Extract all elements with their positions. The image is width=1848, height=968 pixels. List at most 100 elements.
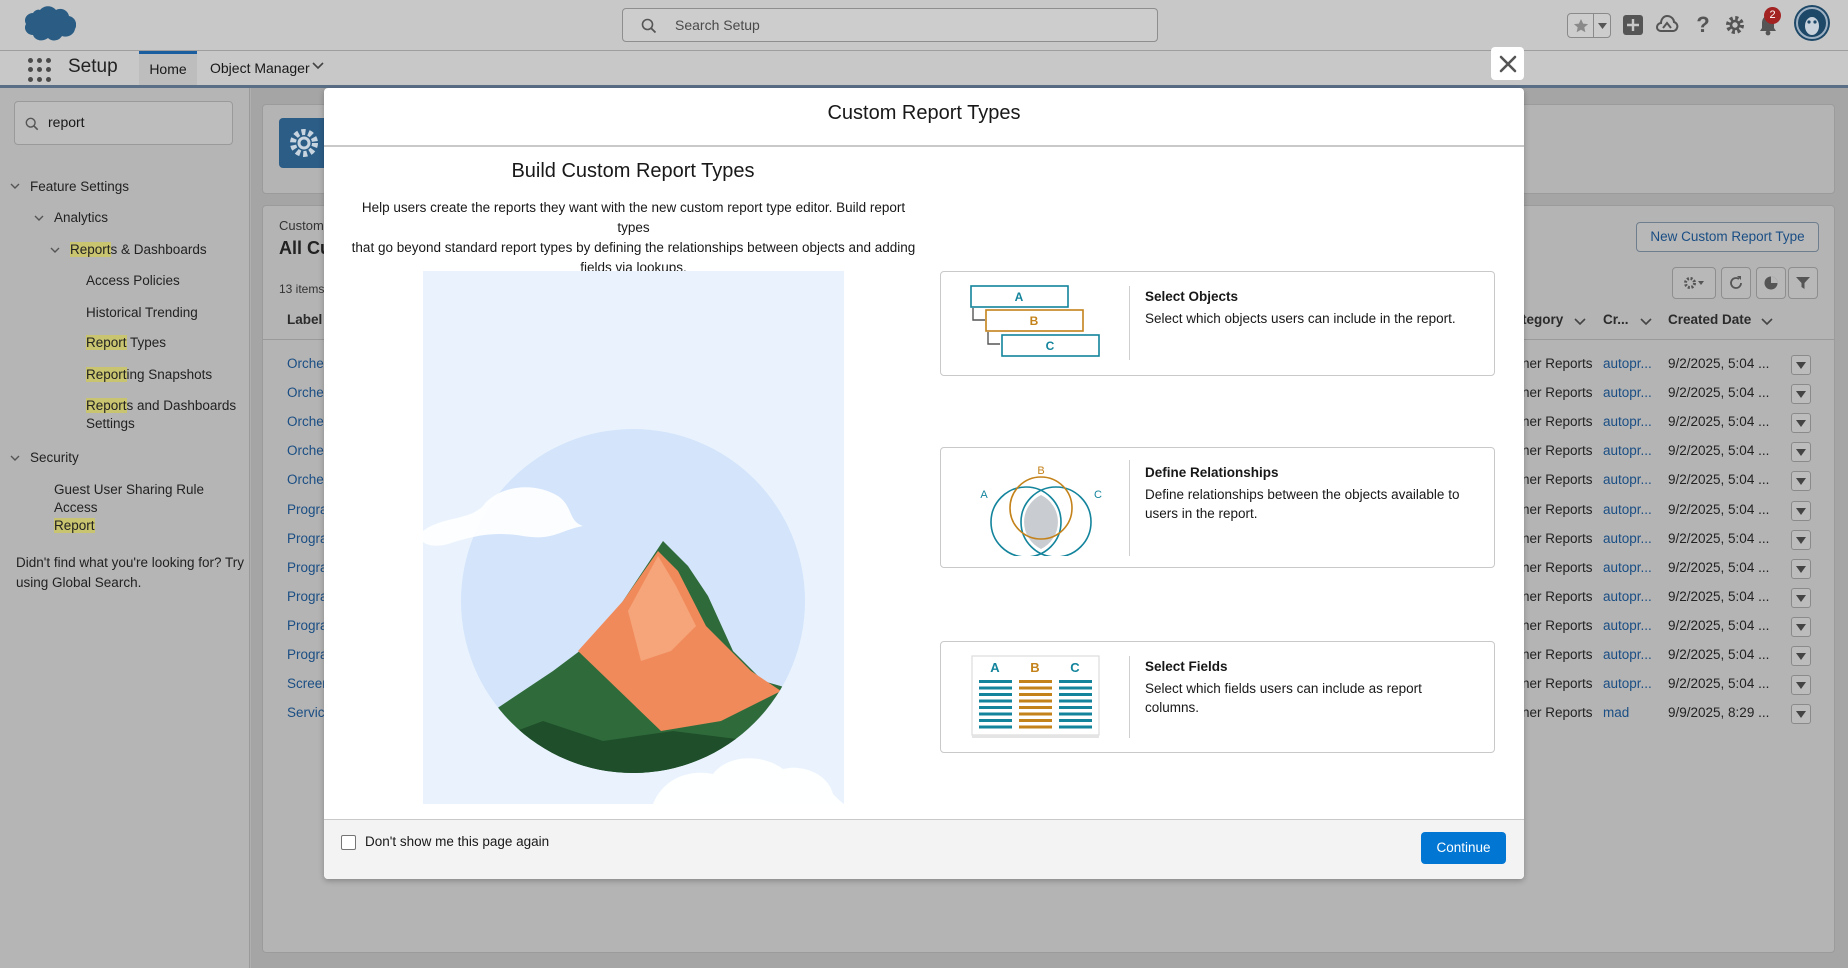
cell-label-link[interactable]: Orche [287,356,324,371]
cell-label-link[interactable]: Progra [287,502,328,517]
chevron-down-icon[interactable] [1574,318,1586,326]
column-label[interactable]: Label [287,312,322,327]
row-actions-button[interactable] [1791,704,1811,724]
cell-created-date[interactable]: 9/2/2025, 5:04 ... [1668,356,1769,371]
row-actions-button[interactable] [1791,471,1811,491]
row-actions-button[interactable] [1791,646,1811,666]
cell-created-by-link[interactable]: autopr... [1603,502,1652,517]
tree-historical-trending[interactable]: Historical Trending [86,304,198,322]
tree-feature-settings[interactable]: Feature Settings [30,178,129,196]
cell-label-link[interactable]: Progra [287,560,328,575]
row-actions-button[interactable] [1791,413,1811,433]
cell-created-by-link[interactable]: autopr... [1603,472,1652,487]
cell-label-link[interactable]: Orche [287,443,324,458]
row-actions-button[interactable] [1791,559,1811,579]
cell-created-by-link[interactable]: autopr... [1603,356,1652,371]
cell-created-date[interactable]: 9/2/2025, 5:04 ... [1668,618,1769,633]
cell-created-date[interactable]: 9/2/2025, 5:04 ... [1668,531,1769,546]
add-icon[interactable] [1620,12,1646,38]
charts-button[interactable] [1756,267,1786,299]
search-setup-input[interactable]: Search Setup [622,8,1158,42]
dont-show-label[interactable]: Don't show me this page again [365,834,549,849]
tree-reports-dashboards[interactable]: Reports & Dashboards [70,241,207,259]
cell-created-date[interactable]: 9/2/2025, 5:04 ... [1668,647,1769,662]
cell-created-date[interactable]: 9/9/2025, 8:29 ... [1668,705,1769,720]
chevron-down-icon[interactable] [10,453,20,463]
cell-created-by-link[interactable]: autopr... [1603,414,1652,429]
cell-label-link[interactable]: Orche [287,414,324,429]
cell-created-date[interactable]: 9/2/2025, 5:04 ... [1668,560,1769,575]
cell-created-by-link[interactable]: autopr... [1603,443,1652,458]
row-actions-button[interactable] [1791,530,1811,550]
tab-home[interactable]: Home [139,51,197,85]
dont-show-checkbox[interactable] [341,835,356,850]
app-launcher-icon[interactable] [28,58,52,82]
list-settings-button[interactable] [1672,267,1716,299]
tree-reports-dashboards-settings[interactable]: Reports and Dashboards Settings [86,397,246,433]
cell-created-date[interactable]: 9/2/2025, 5:04 ... [1668,472,1769,487]
cell-created-date[interactable]: 9/2/2025, 5:04 ... [1668,589,1769,604]
avatar-icon[interactable] [1794,5,1830,41]
chevron-down-icon[interactable] [34,213,44,223]
favorites-control[interactable] [1567,13,1611,38]
cell-label-link[interactable]: Screer [287,676,327,691]
cell-created-by-link[interactable]: autopr... [1603,589,1652,604]
tree-security[interactable]: Security [30,449,79,467]
cell-created-by-link[interactable]: autopr... [1603,647,1652,662]
row-actions-button[interactable] [1791,501,1811,521]
continue-button[interactable]: Continue [1421,832,1506,864]
highlight: Report [54,518,95,533]
chevron-down-icon [1796,652,1806,660]
chevron-down-icon[interactable] [10,181,20,191]
tree-guest-user-sharing[interactable]: Guest User Sharing Rule Access Report [54,481,249,535]
cell-label-link[interactable]: Progra [287,589,328,604]
cell-label-link[interactable]: Orche [287,472,324,487]
column-created-by[interactable]: Cr... [1603,312,1629,327]
gear-icon[interactable] [1722,12,1748,38]
cell-label-link[interactable]: Servic [287,705,325,720]
column-created-date[interactable]: Created Date [1668,312,1751,327]
chevron-down-icon[interactable] [312,62,324,70]
tree-access-policies[interactable]: Access Policies [86,272,180,290]
tab-object-manager[interactable]: Object Manager [200,51,310,85]
chevron-down-icon [1796,710,1806,718]
quick-find-input[interactable]: report [14,101,233,145]
cell-created-by-link[interactable]: autopr... [1603,618,1652,633]
cell-label-link[interactable]: Progra [287,618,328,633]
column-category[interactable]: tegory [1522,312,1563,327]
cell-created-date[interactable]: 9/2/2025, 5:04 ... [1668,502,1769,517]
cell-created-by-link[interactable]: autopr... [1603,531,1652,546]
row-actions-button[interactable] [1791,617,1811,637]
cell-created-by-link[interactable]: autopr... [1603,560,1652,575]
tree-report-types[interactable]: Report Types [86,334,166,352]
favorites-chevron-icon[interactable] [1593,14,1610,37]
trailhead-icon[interactable] [1654,12,1680,38]
row-actions-button[interactable] [1791,588,1811,608]
cell-created-date[interactable]: 9/2/2025, 5:04 ... [1668,676,1769,691]
cell-label-link[interactable]: Progra [287,647,328,662]
cell-created-by-link[interactable]: mad [1603,705,1629,720]
chevron-down-icon[interactable] [1640,318,1652,326]
cell-label-link[interactable]: Progra [287,531,328,546]
cell-created-by-link[interactable]: autopr... [1603,385,1652,400]
tree-reporting-snapshots[interactable]: Reporting Snapshots [86,366,212,384]
row-actions-button[interactable] [1791,442,1811,462]
close-modal-button[interactable] [1491,47,1524,80]
chevron-down-icon[interactable] [50,245,60,255]
cell-created-by-link[interactable]: autopr... [1603,676,1652,691]
cell-created-date[interactable]: 9/2/2025, 5:04 ... [1668,385,1769,400]
cell-created-date[interactable]: 9/2/2025, 5:04 ... [1668,414,1769,429]
cell-label-link[interactable]: Orche [287,385,324,400]
favorites-star-icon[interactable] [1568,14,1593,37]
help-icon[interactable]: ? [1690,12,1716,38]
salesforce-logo-icon[interactable] [14,4,76,48]
row-actions-button[interactable] [1791,355,1811,375]
cell-created-date[interactable]: 9/2/2025, 5:04 ... [1668,443,1769,458]
refresh-button[interactable] [1721,267,1751,299]
filter-button[interactable] [1788,267,1818,299]
row-actions-button[interactable] [1791,384,1811,404]
row-actions-button[interactable] [1791,675,1811,695]
chevron-down-icon[interactable] [1761,318,1773,326]
new-custom-report-type-button[interactable]: New Custom Report Type [1636,222,1819,252]
tree-analytics[interactable]: Analytics [54,209,108,227]
